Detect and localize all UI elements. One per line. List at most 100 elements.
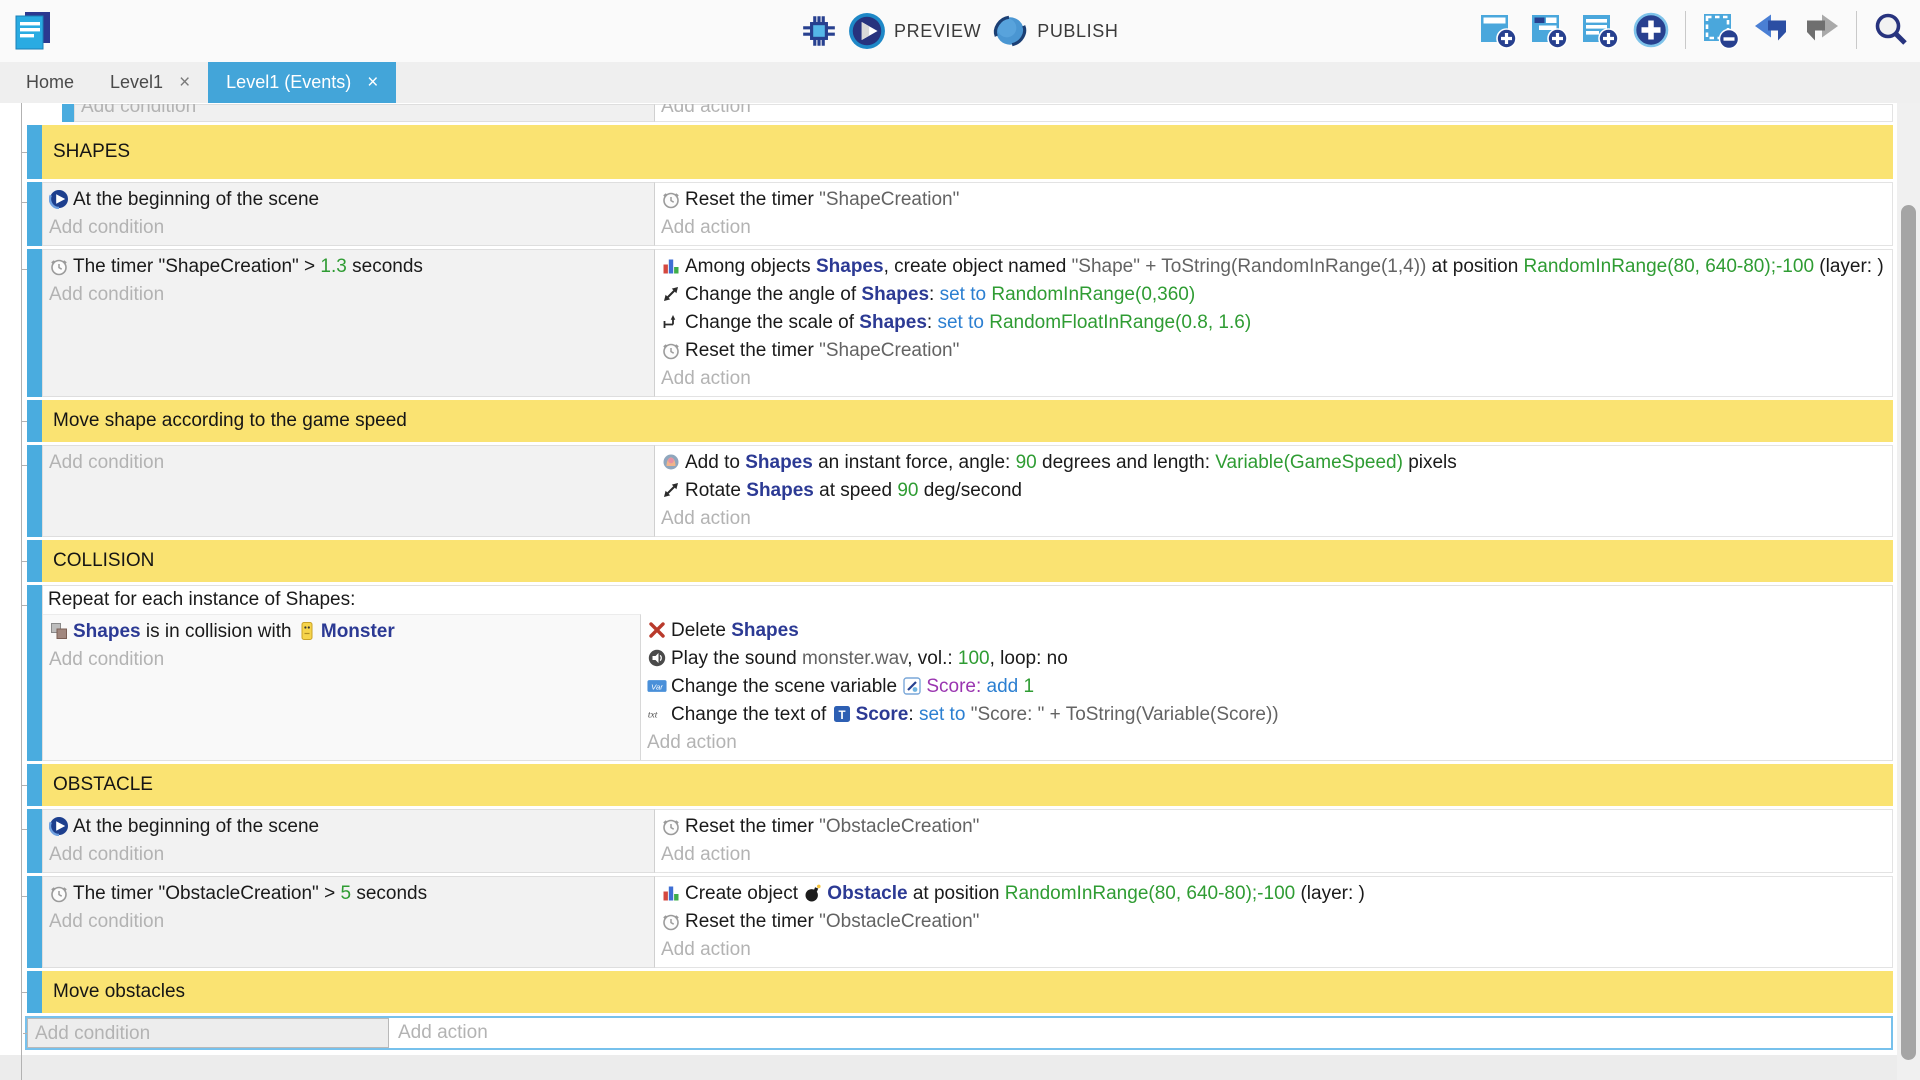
text-segment: Among objects [685,256,816,277]
actions-cell[interactable]: Reset the timer "ShapeCreation"Add actio… [655,182,1893,246]
conditions-cell[interactable]: Add condition [74,104,655,122]
condition-line[interactable]: The timer "ShapeCreation" > 1.3 seconds [49,253,648,281]
condition-line[interactable]: At the beginning of the scene [49,186,648,214]
event-marker[interactable] [27,876,42,968]
event-marker[interactable] [27,540,42,582]
delete-selection-button[interactable] [1701,11,1739,49]
actions-cell[interactable]: Reset the timer "ObstacleCreation"Add ac… [655,809,1893,873]
timer-icon [49,883,69,903]
actions-cell[interactable]: Add to Shapes an instant force, angle: 9… [655,445,1893,537]
action-line[interactable]: Reset the timer "ShapeCreation" [661,186,1886,214]
conditions-cell[interactable]: The timer "ShapeCreation" > 1.3 secondsA… [42,249,655,397]
conditions-cell[interactable]: Add condition [42,445,655,537]
foreach-header[interactable]: Repeat for each instance of Shapes: [43,586,1892,614]
actions-cell[interactable]: Add action [655,104,1893,122]
action-line[interactable]: Reset the timer "ObstacleCreation" [661,813,1886,841]
publish-button[interactable]: PUBLISH [991,12,1118,50]
add-comment-button[interactable] [1581,11,1619,49]
add-action-link[interactable]: Add action [398,1018,488,1047]
add-action-link[interactable]: Add action [661,104,1886,121]
event-marker[interactable] [27,971,42,1013]
action-line[interactable]: Change the scale of Shapes: set to Rando… [661,309,1886,337]
event-marker[interactable] [27,182,42,246]
add-condition-link[interactable]: Add condition [49,214,648,242]
undo-button[interactable] [1752,11,1790,49]
action-line[interactable]: Delete Shapes [647,617,1886,645]
add-action-link[interactable]: Add action [661,936,1886,964]
event-marker[interactable] [62,104,74,122]
add-action-link[interactable]: Add action [661,365,1886,393]
actions-cell[interactable]: Delete ShapesPlay the sound monster.wav,… [641,614,1892,760]
play-icon [848,12,886,50]
vertical-scrollbar[interactable] [1897,103,1920,1080]
text-segment: "ShapeCreation" [819,189,959,210]
add-condition-link[interactable]: Add condition [49,646,634,674]
action-line[interactable]: Rotate Shapes at speed 90 deg/second [661,477,1886,505]
debug-button[interactable] [800,12,838,50]
group-row[interactable]: OBSTACLE [27,764,1893,806]
group-label: Move shape according to the game speed [42,400,1893,442]
condition-line[interactable]: At the beginning of the scene [49,813,648,841]
event-marker[interactable] [27,764,42,806]
action-line[interactable]: Among objects Shapes, create object name… [661,253,1886,281]
action-line[interactable]: Create object Obstacle at position Rando… [661,880,1886,908]
action-line[interactable]: VarChange the scene variable Score: add … [647,673,1886,701]
add-action-link[interactable]: Add action [647,729,1886,757]
text-segment: "ShapeCreation" [819,340,959,361]
add-condition-link[interactable]: Add condition [49,908,648,936]
text-segment: The timer "ObstacleCreation" > [73,883,340,904]
add-subevent-button[interactable] [1530,11,1568,49]
add-condition-link[interactable]: Add condition [81,104,648,121]
text-segment: is in collision with [141,621,297,642]
add-action-link[interactable]: Add action [661,505,1886,533]
event-marker[interactable] [27,445,42,537]
add-action-link[interactable]: Add action [661,841,1886,869]
actions-cell[interactable]: Add action [389,1018,488,1048]
add-condition-link[interactable]: Add condition [35,1019,388,1048]
event-marker[interactable] [27,809,42,873]
group-row[interactable]: COLLISION [27,540,1893,582]
event-marker[interactable] [27,125,42,179]
add-event-button[interactable] [1479,11,1517,49]
event-marker[interactable] [27,400,42,442]
action-line[interactable]: Change the angle of Shapes: set to Rando… [661,281,1886,309]
group-row[interactable]: Move obstacles [27,971,1893,1013]
text-segment: RandomInRange(80, 640-80);-100 [1524,256,1814,277]
text-segment: add [987,676,1019,697]
group-row[interactable]: SHAPES [27,125,1893,179]
tab-level1[interactable]: Level1× [92,62,208,103]
tab-close-icon[interactable]: × [179,73,190,92]
conditions-cell[interactable]: Shapes is in collision with MonsterAdd c… [43,614,641,760]
action-line[interactable]: Reset the timer "ObstacleCreation" [661,908,1886,936]
app-logo-icon[interactable] [12,10,54,52]
conditions-cell[interactable]: At the beginning of the sceneAdd conditi… [42,182,655,246]
event-marker[interactable] [27,249,42,397]
action-line[interactable]: Reset the timer "ShapeCreation" [661,337,1886,365]
action-line[interactable]: Add to Shapes an instant force, angle: 9… [661,449,1886,477]
add-condition-link[interactable]: Add condition [49,449,648,477]
actions-cell[interactable]: Create object Obstacle at position Rando… [655,876,1893,968]
condition-line[interactable]: The timer "ObstacleCreation" > 5 seconds [49,880,648,908]
text-segment: , vol.: [907,648,958,669]
tab-level1-events[interactable]: Level1 (Events)× [208,62,396,103]
conditions-cell[interactable]: The timer "ObstacleCreation" > 5 seconds… [42,876,655,968]
scrollbar-thumb[interactable] [1901,205,1916,1060]
preview-button[interactable]: PREVIEW [848,12,981,50]
add-action-link[interactable]: Add action [661,214,1886,242]
tab-home[interactable]: Home [8,62,92,103]
condition-line[interactable]: Shapes is in collision with Monster [49,618,634,646]
selected-event-row[interactable]: Add condition Add action [25,1016,1893,1050]
add-event-circle-button[interactable] [1632,11,1670,49]
actions-cell[interactable]: Among objects Shapes, create object name… [655,249,1893,397]
action-line[interactable]: Play the sound monster.wav, vol.: 100, l… [647,645,1886,673]
conditions-cell[interactable]: At the beginning of the sceneAdd conditi… [42,809,655,873]
add-condition-link[interactable]: Add condition [49,281,648,309]
redo-button[interactable] [1803,11,1841,49]
action-line[interactable]: txtChange the text of TScore: set to "Sc… [647,701,1886,729]
tab-close-icon[interactable]: × [367,73,378,92]
event-marker[interactable] [27,585,42,761]
add-condition-link[interactable]: Add condition [49,841,648,869]
conditions-cell[interactable]: Add condition [27,1018,389,1048]
group-row[interactable]: Move shape according to the game speed [27,400,1893,442]
search-button[interactable] [1872,11,1910,49]
